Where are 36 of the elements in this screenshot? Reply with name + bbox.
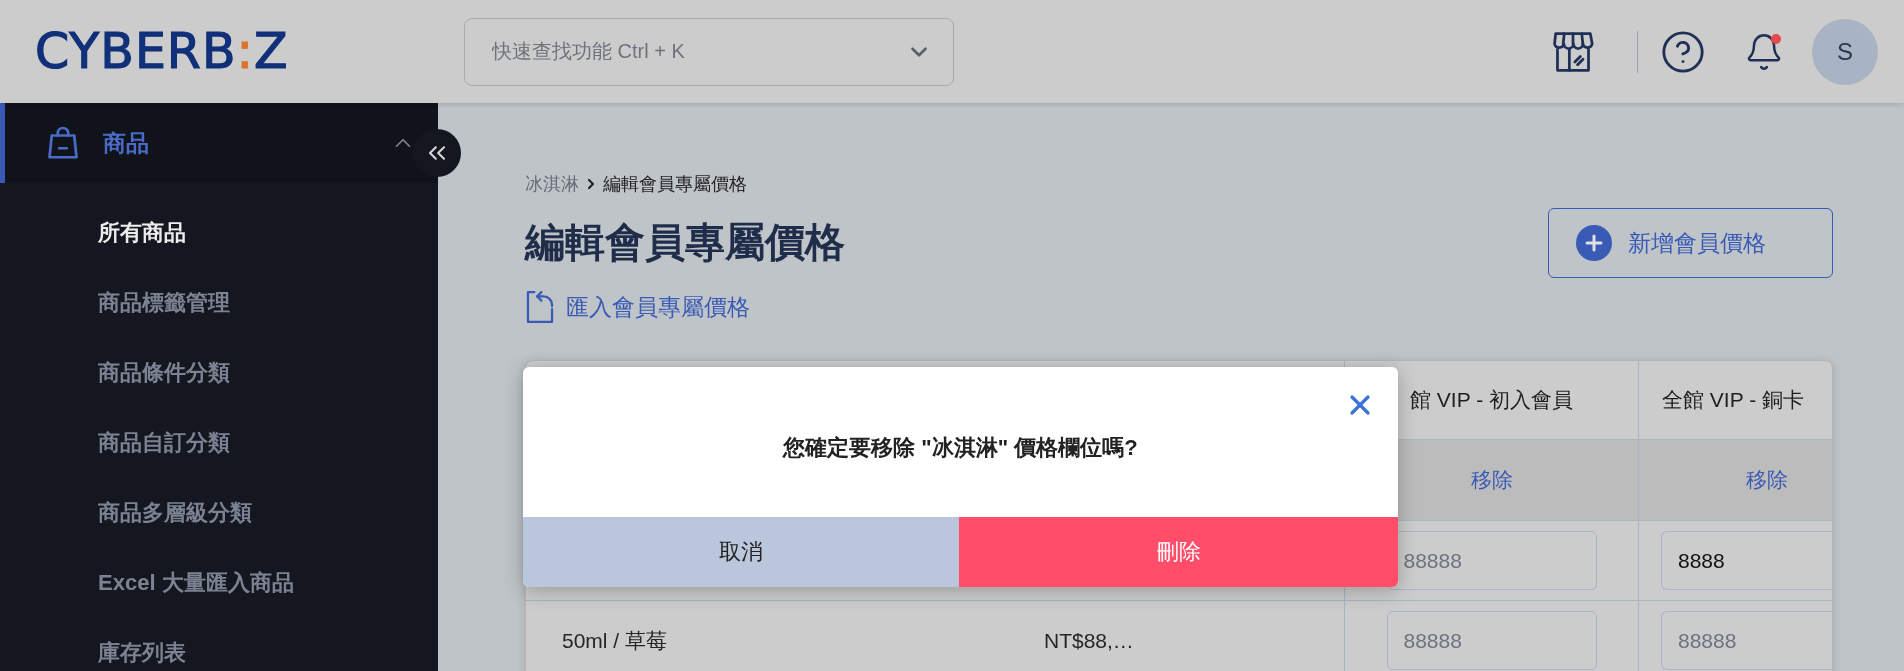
price-input[interactable]: 8888 [1661, 531, 1832, 590]
help-button[interactable] [1660, 28, 1706, 75]
storefront-icon [1551, 30, 1595, 73]
remove-link[interactable]: 移除 [1746, 466, 1788, 494]
import-link[interactable]: 匯入會員專屬價格 [525, 289, 750, 325]
sidebar-submenu-item[interactable]: 庫存列表 [0, 618, 438, 671]
price-input[interactable]: 88888 [1386, 611, 1597, 670]
page-title: 編輯會員專屬價格 [525, 219, 845, 266]
dialog-message: 您確定要移除 "冰淇淋" 價格欄位嗎? [783, 434, 1138, 462]
plus-circle-icon [1576, 225, 1612, 261]
price-input[interactable]: 88888 [1661, 611, 1832, 670]
sidebar-submenu-item[interactable]: 商品標籤管理 [0, 268, 438, 338]
delete-button[interactable]: 刪除 [959, 517, 1398, 587]
logo: CYBERB:Z [35, 27, 289, 76]
help-icon [1660, 28, 1706, 75]
column-header: 全館 VIP - 銅卡 [1662, 387, 1804, 413]
sidebar-submenu-item[interactable]: 所有商品 [0, 198, 438, 268]
column-header: 館 VIP - 初入會員 [1410, 387, 1573, 413]
sidebar-menu-item[interactable]: 商品 [0, 103, 438, 183]
store-button[interactable] [1551, 30, 1595, 73]
sidebar-submenu-item[interactable]: Excel 大量匯入商品 [0, 548, 438, 618]
sidebar-submenu-item[interactable]: 商品多層級分類 [0, 478, 438, 548]
remove-link[interactable]: 移除 [1470, 466, 1513, 494]
add-member-price-button[interactable]: 新增會員價格 [1548, 208, 1833, 278]
sidebar-submenu-item[interactable]: 商品條件分類 [0, 338, 438, 408]
import-document-icon [525, 290, 555, 324]
search-field[interactable]: 快速查找功能 Ctrl + K [464, 17, 954, 86]
user-avatar[interactable]: S [1812, 18, 1878, 85]
cancel-button[interactable]: 取消 [523, 517, 959, 587]
variant-name: 50ml / 草莓 [562, 627, 668, 654]
sidebar-submenu-item[interactable]: 商品自訂分類 [0, 408, 438, 478]
breadcrumb-link[interactable]: 冰淇淋 [525, 172, 579, 196]
price-text: NT$88,… [1044, 628, 1134, 653]
breadcrumb-current: 編輯會員專屬價格 [603, 173, 747, 196]
price-input[interactable]: 88888 [1386, 531, 1597, 590]
shopping-bag-icon [45, 125, 81, 161]
